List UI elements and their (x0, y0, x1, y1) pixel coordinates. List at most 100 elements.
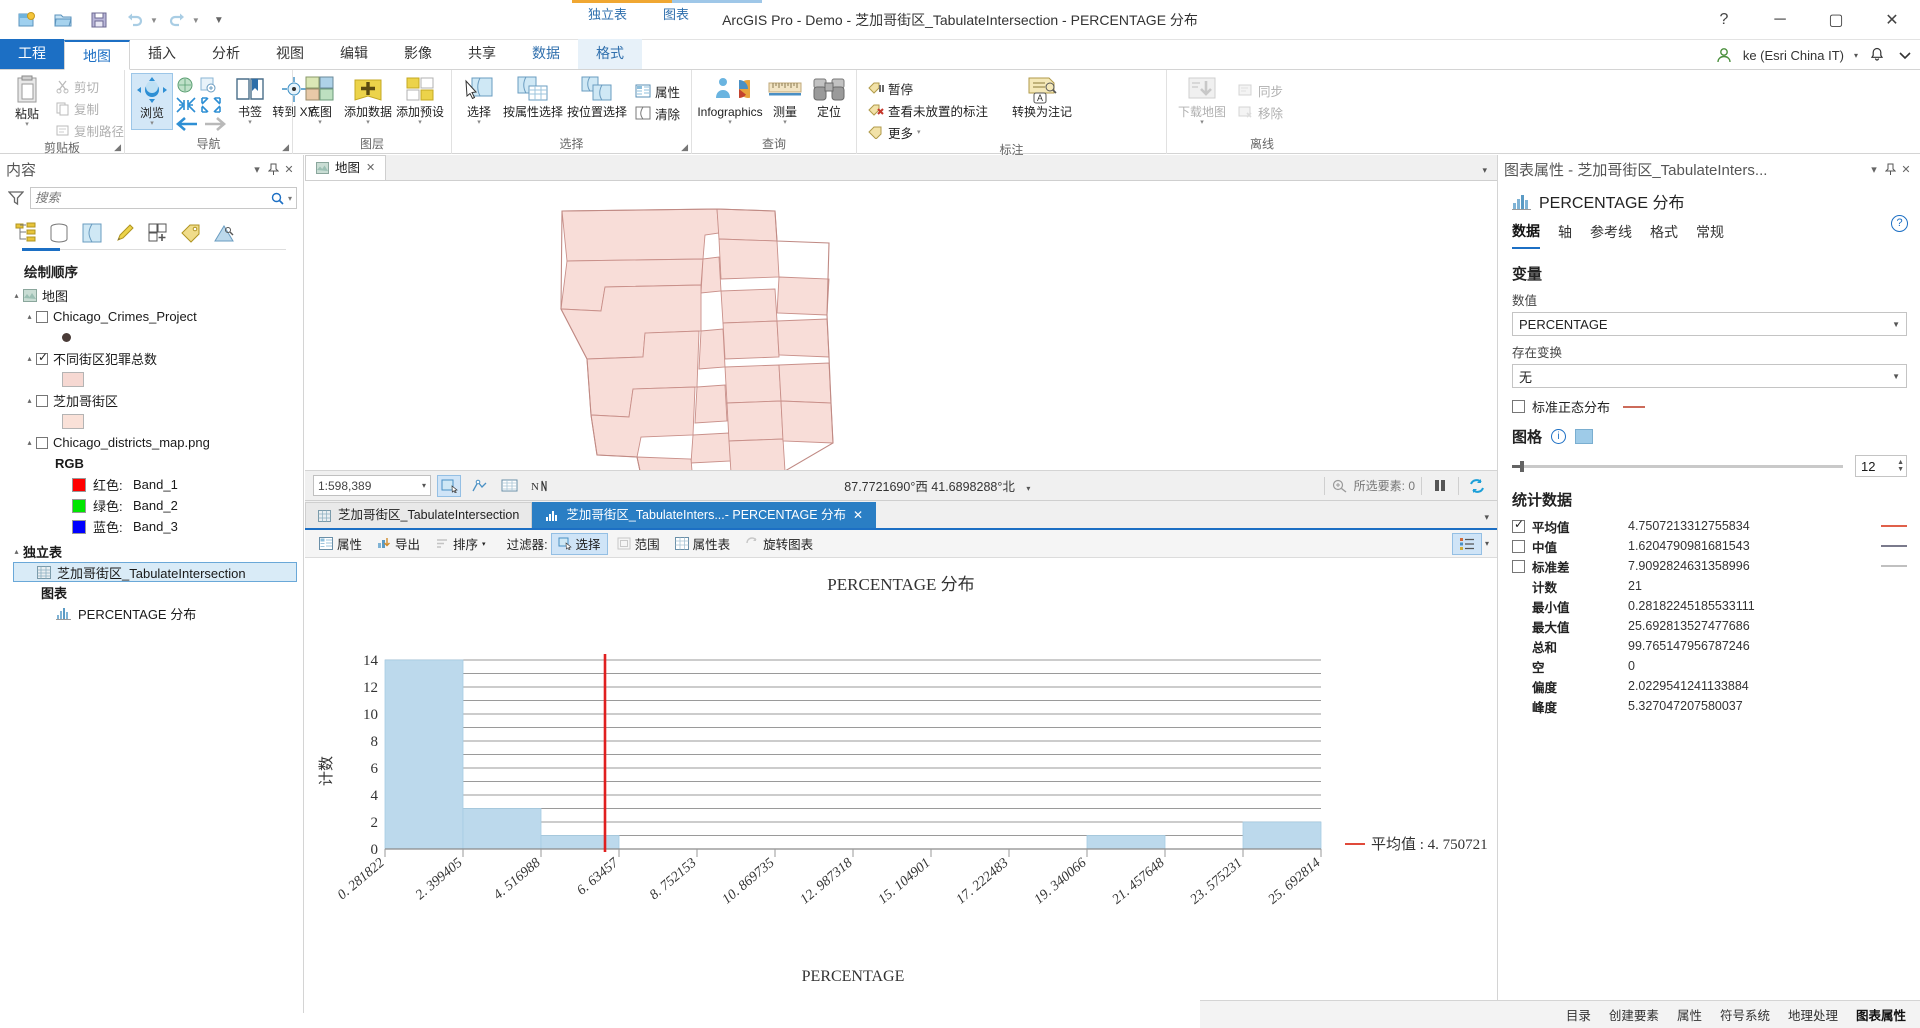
stepper-arrows-icon[interactable]: ▲ ▼ (1897, 459, 1904, 473)
properties-tab-format[interactable]: 格式 (1650, 222, 1678, 248)
navigate-dialog-launcher-icon[interactable]: ◢ (282, 142, 289, 153)
chart-rotate-button[interactable]: 旋转图表 (739, 533, 819, 555)
chart-tab-percentage-distribution[interactable]: 芝加哥街区_TabulateInters...- PERCENTAGE 分布 ✕ (532, 502, 877, 528)
twisty-icon[interactable]: ▴ (10, 291, 23, 300)
explore-caret-icon[interactable]: ▾ (150, 120, 154, 127)
account-caret-icon[interactable]: ▾ (1854, 51, 1858, 60)
map-coordinates-caret-icon[interactable]: ▾ (1026, 484, 1030, 493)
search-icon[interactable] (271, 192, 284, 205)
tab-imagery[interactable]: 影像 (386, 39, 450, 69)
layer-checkbox[interactable] (36, 436, 48, 449)
next-extent-icon[interactable] (203, 116, 227, 132)
bins-count-stepper[interactable]: 12 ▲ ▼ (1855, 455, 1907, 477)
layer-checkbox[interactable] (36, 310, 48, 323)
tree-item-map[interactable]: ▴ 地图 (10, 285, 303, 306)
download-map-caret-icon[interactable]: ▾ (1200, 119, 1204, 126)
twisty-icon[interactable]: ▴ (10, 547, 23, 556)
normal-distribution-row[interactable]: 标准正态分布 (1512, 397, 1907, 416)
list-by-editing-icon[interactable] (113, 221, 137, 245)
tab-view[interactable]: 视图 (258, 39, 322, 69)
bookmarks-button[interactable]: 书签 ▾ (229, 73, 271, 128)
properties-tab-guides[interactable]: 参考线 (1590, 222, 1632, 248)
normal-distribution-checkbox[interactable] (1512, 400, 1525, 413)
search-input[interactable]: ▾ (30, 187, 297, 209)
list-by-diagrams-icon[interactable] (212, 221, 236, 245)
measure-button[interactable]: 测量 ▾ (764, 73, 806, 128)
twisty-icon[interactable]: ▴ (23, 354, 36, 363)
refresh-icon[interactable] (1465, 475, 1489, 497)
open-project-icon[interactable] (46, 4, 80, 36)
bottom-tab-catalog[interactable]: 目录 (1566, 1005, 1591, 1024)
infographics-caret-icon[interactable]: ▾ (728, 119, 732, 126)
account-name[interactable]: ke (Esri China IT) (1743, 48, 1844, 63)
chart-export-button[interactable]: 导出 (371, 533, 426, 555)
redo-icon[interactable] (160, 4, 194, 36)
undo-icon[interactable] (118, 4, 152, 36)
add-preset-caret-icon[interactable]: ▾ (418, 119, 422, 126)
remove-offline-button[interactable]: 移除 (1233, 101, 1288, 123)
tree-item-standalone-tables[interactable]: ▴ 独立表 (10, 541, 303, 562)
copy-button[interactable]: 复制 (50, 97, 129, 119)
twisty-icon[interactable]: ▴ (23, 312, 36, 321)
chart-legend-caret-icon[interactable]: ▾ (1485, 539, 1489, 548)
attributes-button[interactable]: 属性 (630, 80, 685, 102)
pause-drawing-icon[interactable] (1428, 475, 1452, 497)
map-view-tab-close-icon[interactable]: ✕ (366, 156, 375, 180)
fixed-zoom-in-icon[interactable] (198, 75, 218, 95)
properties-help-icon[interactable]: ? (1891, 215, 1908, 232)
minimize-button[interactable]: ─ (1752, 0, 1808, 40)
tab-project[interactable]: 工程 (0, 39, 64, 69)
select-by-attributes-button[interactable]: 按属性选择 (502, 73, 564, 121)
zoom-out-fixed-icon[interactable] (175, 96, 197, 114)
chart-view-collapse-icon[interactable]: ▾ (1484, 512, 1489, 523)
bins-slider-thumb[interactable] (1520, 460, 1524, 472)
infographics-button[interactable]: Infographics ▾ (697, 73, 763, 128)
zoom-in-fixed-icon[interactable] (200, 96, 222, 114)
contents-pin-icon[interactable] (265, 159, 281, 179)
tab-edit[interactable]: 编辑 (322, 39, 386, 69)
bins-info-icon[interactable]: i (1551, 429, 1567, 444)
snapping-icon[interactable] (467, 475, 491, 497)
contents-close-icon[interactable]: ✕ (281, 159, 297, 179)
filter-icon[interactable] (8, 190, 24, 206)
paste-caret-icon[interactable]: ▾ (25, 121, 29, 128)
properties-pin-icon[interactable] (1882, 159, 1898, 179)
tree-item-tabulate-intersection[interactable]: 芝加哥街区_TabulateIntersection (13, 562, 297, 582)
select-button[interactable]: 选择 ▾ (458, 73, 500, 128)
chart-tab-table[interactable]: 芝加哥街区_TabulateIntersection (305, 502, 533, 528)
basemap-caret-icon[interactable]: ▾ (318, 119, 322, 126)
more-labeling-caret-icon[interactable]: ▾ (917, 128, 921, 136)
stat-median-checkbox[interactable] (1512, 539, 1525, 553)
stat-stddev-checkbox[interactable] (1512, 559, 1525, 573)
properties-close-icon[interactable]: ✕ (1898, 159, 1914, 179)
add-data-caret-icon[interactable]: ▾ (366, 119, 370, 126)
close-button[interactable]: ✕ (1864, 0, 1920, 40)
stat-row-stddev[interactable]: 标准差 7.9092824631358996 (1512, 556, 1907, 576)
full-extent-icon[interactable] (175, 75, 195, 95)
list-by-snapping-icon[interactable] (146, 221, 170, 245)
bins-slider-track[interactable] (1512, 460, 1843, 472)
undo-caret-icon[interactable]: ▼ (150, 16, 158, 25)
attribute-table-icon[interactable] (497, 475, 521, 497)
bookmarks-caret-icon[interactable]: ▾ (248, 119, 252, 126)
tab-analysis[interactable]: 分析 (194, 39, 258, 69)
download-map-button[interactable]: 下载地图 ▾ (1173, 73, 1231, 128)
tab-format[interactable]: 格式 (578, 39, 642, 69)
north-arrow-icon[interactable]: N (527, 475, 551, 497)
properties-menu-icon[interactable]: ▾ (1866, 159, 1882, 179)
help-button[interactable]: ? (1696, 0, 1752, 40)
chart-tab-close-icon[interactable]: ✕ (853, 503, 863, 528)
bottom-tab-create-features[interactable]: 创建要素 (1609, 1005, 1659, 1024)
tree-item-percentage-chart[interactable]: PERCENTAGE 分布 (10, 603, 303, 624)
clear-selection-button[interactable]: 清除 (630, 102, 685, 124)
enable-selection-icon[interactable] (437, 474, 461, 497)
chart-attribute-table-button[interactable]: 属性表 (669, 533, 737, 555)
save-project-icon[interactable] (82, 4, 116, 36)
map-view-tab[interactable]: 地图 ✕ (305, 155, 387, 180)
tree-item-chicago-districts-map-png[interactable]: ▴ Chicago_districts_map.png (10, 432, 303, 453)
chart-sort-button[interactable]: 排序 ▾ (429, 533, 492, 555)
map-canvas[interactable] (305, 181, 1497, 470)
chevron-down-icon[interactable] (1896, 46, 1914, 64)
select-by-location-button[interactable]: 按位置选择 (566, 73, 628, 121)
twisty-icon[interactable]: ▴ (23, 438, 36, 447)
